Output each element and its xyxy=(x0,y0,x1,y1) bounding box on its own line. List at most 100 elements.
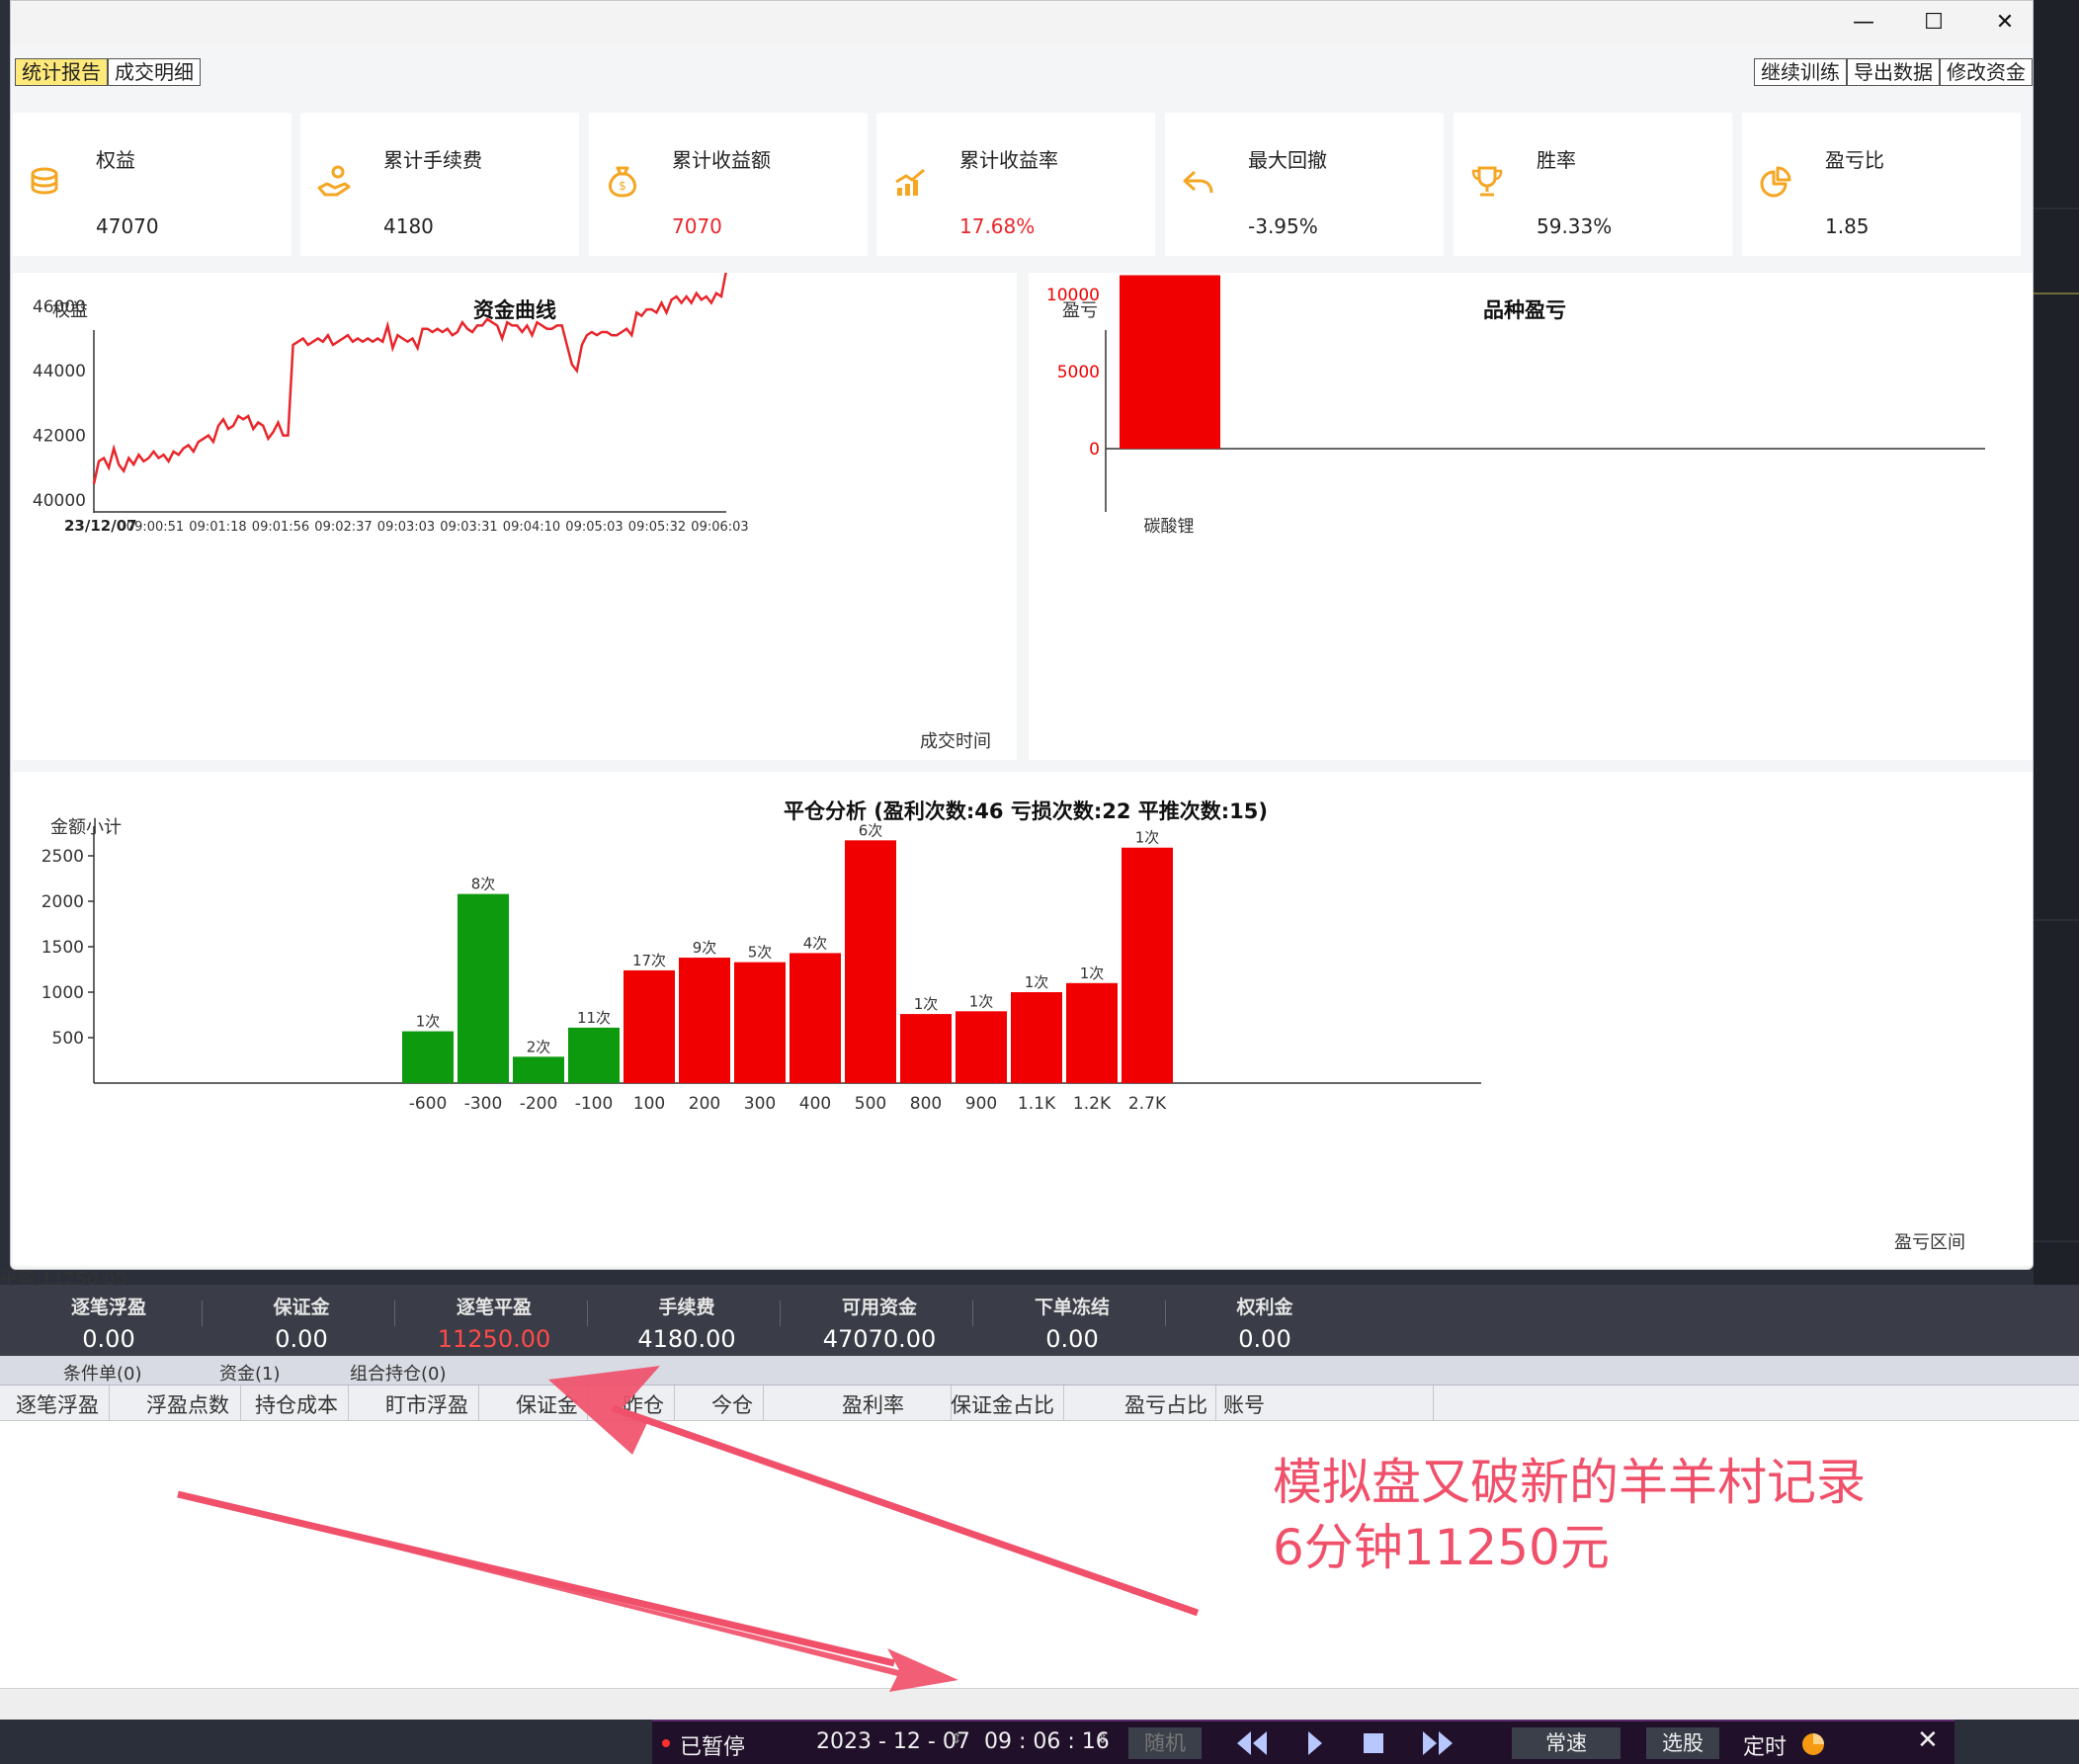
col-header[interactable]: 浮盈点数 xyxy=(146,1389,229,1419)
bar-count-label: 6次 xyxy=(859,821,883,839)
col-header[interactable]: 昨仓 xyxy=(623,1389,664,1419)
stat-card-fees: 累计手续费 4180 xyxy=(300,113,579,256)
replay-control-bar: 已暂停 2023 - 12 - 07 ⇕ 09 : 06 : 16 ⇕ 随机 常… xyxy=(652,1720,1954,1764)
product-bar xyxy=(1120,275,1220,449)
horizontal-scrollbar[interactable] xyxy=(0,1688,2079,1720)
stat-label: 最大回撤 xyxy=(1248,148,1327,172)
product-pnl-panel: 盈亏 品种盈亏 0 5000 10000 碳酸锂 xyxy=(1029,273,2033,760)
pie-icon xyxy=(1760,166,1791,198)
account-value: 11250.00 xyxy=(437,1325,551,1353)
close-player-icon[interactable]: ✕ xyxy=(1917,1725,1939,1755)
tab-statistics-report[interactable]: 统计报告 xyxy=(15,58,108,86)
equity-series-group xyxy=(92,273,727,484)
col-header[interactable]: 逐笔浮盈 xyxy=(16,1389,99,1419)
stat-value: 59.33% xyxy=(1537,214,1613,238)
col-header[interactable]: 盯市浮盈 xyxy=(385,1389,468,1419)
account-label: 保证金 xyxy=(273,1297,330,1318)
closing-x-label: 盈亏区间 xyxy=(1894,1232,1965,1253)
col-header[interactable]: 盈亏占比 xyxy=(1124,1389,1207,1419)
account-label: 下单冻结 xyxy=(1034,1297,1110,1318)
tab-conditional-orders[interactable]: 条件单(0) xyxy=(63,1360,142,1386)
x-tick-label: -200 xyxy=(520,1094,558,1114)
closing-bar xyxy=(845,840,896,1083)
equity-series-line xyxy=(92,273,727,484)
replay-time[interactable]: 09 : 06 : 16 xyxy=(984,1729,1110,1754)
x-tick-label: 09:03:31 xyxy=(440,520,497,535)
x-tick-label: 500 xyxy=(855,1094,886,1114)
money-bag-icon: $ xyxy=(609,166,636,198)
bar-count-label: 5次 xyxy=(748,944,773,962)
closing-bar xyxy=(457,893,509,1083)
tab-funds[interactable]: 资金(1) xyxy=(219,1360,281,1386)
stat-label: 盈亏比 xyxy=(1825,148,1884,172)
bar-count-label: 1次 xyxy=(1025,973,1049,991)
date-spinner-icon[interactable]: ⇕ xyxy=(951,1731,962,1747)
stat-value: 47070 xyxy=(96,214,159,238)
undo-arrow-icon xyxy=(1183,170,1213,194)
account-summary: 逐笔浮盈 0.00 保证金 0.00 逐笔平盈 11250.00 手续费 4180.00… xyxy=(0,1285,2079,1356)
minimize-button[interactable]: — xyxy=(1829,5,1898,41)
closing-bar xyxy=(568,1027,620,1083)
y-tick-label: 40000 xyxy=(33,491,86,511)
y-tick-label: 2000 xyxy=(42,892,84,912)
speed-button[interactable]: 常速 xyxy=(1512,1727,1621,1759)
maximize-button[interactable]: ☐ xyxy=(1899,5,1968,41)
col-header[interactable]: 今仓 xyxy=(711,1389,753,1419)
col-header[interactable]: 保证金 xyxy=(516,1389,578,1419)
close-button[interactable]: ✕ xyxy=(1970,5,2033,41)
equity-x-label: 成交时间 xyxy=(920,731,991,752)
x-tick-label: 1.1K xyxy=(1018,1094,1056,1114)
x-tick-label: 100 xyxy=(633,1094,665,1114)
col-header[interactable]: 持仓成本 xyxy=(255,1389,338,1419)
export-data-button[interactable]: 导出数据 xyxy=(1847,58,1940,86)
modify-funds-button[interactable]: 修改资金 xyxy=(1940,58,2033,86)
play-icon[interactable] xyxy=(1304,1729,1326,1757)
annotation-text: 模拟盘又破新的羊羊村记录 6分钟11250元 xyxy=(1273,1450,1866,1580)
x-tick-label: 09:05:32 xyxy=(628,520,686,535)
account-label: 逐笔平盈 xyxy=(456,1297,532,1318)
coins-icon xyxy=(31,167,58,195)
x-tick-label: 09:02:37 xyxy=(314,520,372,535)
x-tick-label: 09:04:10 xyxy=(503,520,560,535)
account-value: 0.00 xyxy=(275,1325,328,1353)
closing-bar xyxy=(734,962,786,1083)
x-tick-label: 09:01:56 xyxy=(252,520,309,535)
closing-bar xyxy=(1122,847,1173,1083)
x-tick-label: 09:00:51 xyxy=(126,520,184,535)
y-tick-label: 1000 xyxy=(42,983,84,1003)
rewind-icon[interactable] xyxy=(1235,1729,1269,1757)
stop-icon[interactable] xyxy=(1362,1731,1385,1755)
time-spinner-icon[interactable]: ⇕ xyxy=(1097,1731,1109,1747)
closing-bar xyxy=(956,1011,1007,1083)
account-value: 4180.00 xyxy=(637,1325,736,1353)
col-header[interactable]: 保证金占比 xyxy=(951,1389,1054,1419)
position-table-header: 逐笔浮盈 浮盈点数 持仓成本 盯市浮盈 保证金 昨仓 今仓 盈利率 保证金占比 … xyxy=(0,1386,2079,1421)
col-header[interactable]: 账号 xyxy=(1223,1389,1265,1419)
trophy-icon xyxy=(1471,166,1503,197)
account-col: 逐笔平盈 11250.00 xyxy=(400,1293,588,1353)
random-button[interactable]: 随机 xyxy=(1128,1727,1202,1759)
bar-growth-icon xyxy=(895,168,925,196)
pick-stock-button[interactable]: 选股 xyxy=(1646,1727,1719,1759)
tab-combo-positions[interactable]: 组合持仓(0) xyxy=(350,1360,447,1386)
y-tick-label: 44000 xyxy=(33,362,86,381)
title-bar: — ☐ ✕ xyxy=(11,1,2033,44)
fast-forward-icon[interactable] xyxy=(1421,1729,1455,1757)
timer-label[interactable]: 定时 xyxy=(1743,1729,1787,1761)
bar-count-label: 9次 xyxy=(693,939,717,957)
continue-training-button[interactable]: 继续训练 xyxy=(1754,58,1847,86)
timer-pie-icon[interactable] xyxy=(1800,1731,1826,1757)
col-header[interactable]: 盈利率 xyxy=(842,1389,904,1419)
y-tick-label: 1500 xyxy=(42,938,84,958)
y-tick-label: 10000 xyxy=(1046,286,1100,305)
bar-count-label: 1次 xyxy=(969,992,994,1010)
statistics-dialog: — ☐ ✕ 统计报告 成交明细 继续训练 导出数据 修改资金 权益 47070 … xyxy=(10,0,2034,1270)
replay-date[interactable]: 2023 - 12 - 07 xyxy=(816,1729,970,1754)
account-value: 0.00 xyxy=(82,1325,135,1353)
x-tick-label: -300 xyxy=(464,1094,503,1114)
closing-bar xyxy=(1011,992,1062,1083)
account-col: 保证金 0.00 xyxy=(208,1293,395,1353)
tab-trade-details[interactable]: 成交明细 xyxy=(108,58,201,86)
closing-bar xyxy=(1066,982,1118,1083)
x-tick-label: -600 xyxy=(409,1094,448,1114)
